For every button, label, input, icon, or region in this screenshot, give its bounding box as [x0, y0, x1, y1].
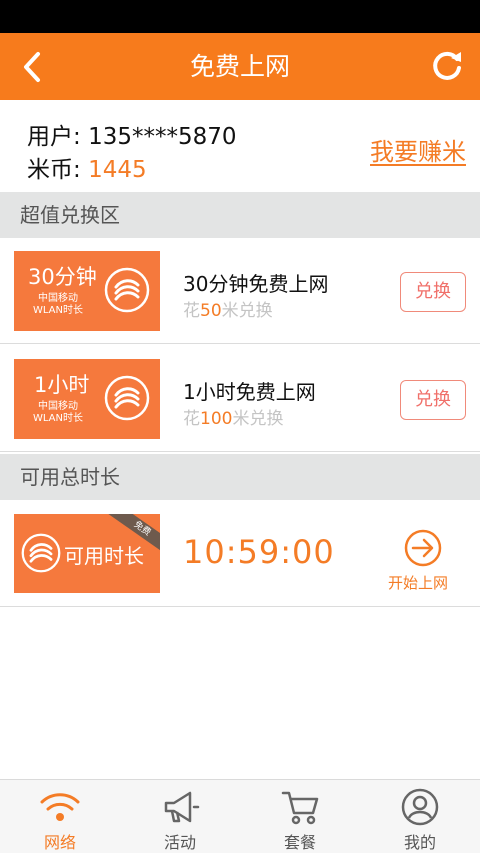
phone-row: 用户: 135****5870	[27, 117, 237, 151]
card-type: WLAN时长	[32, 413, 83, 424]
page-title: 免费上网	[189, 52, 290, 81]
coins-value: 1445	[88, 157, 147, 183]
start-internet-button[interactable]: 开始上网	[388, 572, 448, 593]
tab-label: 套餐	[283, 833, 316, 852]
item-name: 30分钟免费上网	[183, 272, 329, 296]
wlan-card: 30分钟 中国移动 WLAN时长	[14, 251, 160, 331]
cart-icon	[281, 791, 319, 825]
cost-prefix: 花	[183, 409, 200, 429]
available-section-header: 可用总时长	[0, 454, 480, 500]
user-info-panel: 用户: 135****5870 米币: 1445 我要赚米	[0, 100, 480, 192]
available-time-card: 可用时长 免费	[14, 514, 160, 593]
cost-prefix: 花	[183, 301, 200, 321]
cost-suffix: 米兑换	[232, 409, 284, 429]
china-mobile-logo-icon	[21, 533, 61, 573]
bottom-tab-bar: 网络 活动 套餐 我的	[0, 779, 480, 853]
exchange-button[interactable]: 兑换	[400, 272, 466, 312]
cost-suffix: 米兑换	[221, 301, 273, 321]
item-cost: 花100米兑换	[183, 404, 283, 429]
cost-amount: 50	[200, 301, 222, 321]
user-icon	[401, 788, 439, 826]
coins-row: 米币: 1445	[27, 150, 147, 184]
remaining-time: 10:59:00	[183, 533, 335, 571]
card-type: WLAN时长	[32, 305, 83, 316]
exchange-item-30min: 30分钟 中国移动 WLAN时长 30分钟免费上网 花50米兑换 兑换	[0, 238, 480, 344]
arrow-right-circle-icon[interactable]	[403, 528, 443, 568]
tab-mine[interactable]: 我的	[360, 780, 480, 853]
exchange-button[interactable]: 兑换	[400, 380, 466, 420]
phone-label: 用户:	[27, 124, 89, 150]
status-bar	[0, 0, 480, 33]
item-name: 1小时免费上网	[183, 380, 316, 404]
card-label: 可用时长	[64, 544, 144, 568]
title-bar: 免费上网	[0, 33, 480, 100]
wifi-icon	[40, 793, 80, 821]
card-duration: 1小时	[34, 373, 90, 397]
item-cost: 花50米兑换	[183, 296, 273, 321]
tab-label: 我的	[403, 833, 436, 852]
coins-label: 米币:	[27, 157, 89, 183]
card-carrier: 中国移动	[38, 401, 78, 412]
china-mobile-logo-icon	[104, 375, 150, 421]
cost-amount: 100	[200, 409, 233, 429]
available-time-row: 可用时长 免费 10:59:00 开始上网	[0, 500, 480, 607]
phone-number: 135****5870	[88, 124, 237, 150]
exchange-section-header: 超值兑换区	[0, 192, 480, 238]
tab-label: 网络	[43, 833, 76, 852]
card-duration: 30分钟	[28, 265, 97, 289]
tab-network[interactable]: 网络	[0, 780, 120, 853]
wlan-card: 1小时 中国移动 WLAN时长	[14, 359, 160, 439]
china-mobile-logo-icon	[104, 267, 150, 313]
earn-coins-link[interactable]: 我要赚米	[370, 132, 466, 167]
exchange-item-1hour: 1小时 中国移动 WLAN时长 1小时免费上网 花100米兑换 兑换	[0, 346, 480, 452]
tab-label: 活动	[163, 833, 196, 852]
card-carrier: 中国移动	[38, 293, 78, 304]
tab-package[interactable]: 套餐	[240, 780, 360, 853]
tab-activity[interactable]: 活动	[120, 780, 240, 853]
megaphone-icon	[164, 791, 200, 823]
refresh-icon[interactable]	[430, 49, 464, 83]
